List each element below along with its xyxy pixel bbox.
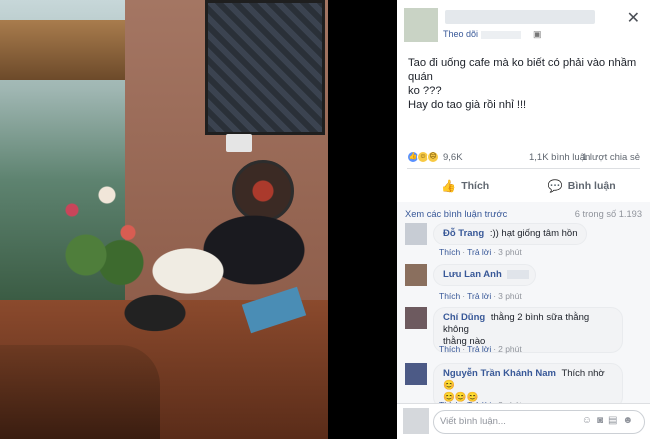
photo-lightbox: Theo dõi ▣ ✕ Tao đi uống cafe mà ko biết… (0, 0, 650, 439)
divider (407, 168, 640, 169)
comment-reply-link[interactable]: Trả lời (467, 247, 491, 257)
comment-button-label: Bình luận (567, 180, 616, 192)
photo-router (226, 134, 252, 152)
comments-shown-count: 6 trong số 1.193 (574, 209, 642, 219)
follow-link[interactable]: Theo dõi (443, 29, 478, 39)
post-text-line: ko ??? (408, 85, 442, 97)
view-previous-row: Xem các bình luận trước 6 trong số 1.193 (405, 209, 642, 219)
comment-time[interactable]: 3 phút (498, 247, 522, 257)
post-text-line: Hay do tao già rồi nhỉ !!! (408, 99, 527, 111)
reaction-count: 9,6K (443, 151, 463, 163)
commenter-avatar[interactable] (405, 363, 427, 385)
comment-actions: Thích·Trả lời·2 phút (439, 344, 522, 354)
comment-bubble: Đỗ Trang :)) hạt giống tâm hồn (433, 223, 588, 245)
shares-count-link[interactable]: 1 lượt chia sẻ (582, 152, 640, 163)
post-side-panel: Theo dõi ▣ ✕ Tao đi uống cafe mà ko biết… (397, 0, 650, 439)
like-button[interactable]: 👍 Thích (407, 172, 524, 200)
sticker-icon[interactable]: ☻ (622, 415, 638, 426)
comment-reply-link[interactable]: Trả lời (467, 344, 491, 354)
photo-table (0, 345, 160, 439)
photo-backdrop (328, 0, 397, 439)
comment-author[interactable]: Lưu Lan Anh (443, 269, 502, 280)
composer-icons: ☺◙▤☻ (582, 415, 638, 426)
comment-time[interactable]: 2 phút (498, 344, 522, 354)
commenter-avatar[interactable] (405, 264, 427, 286)
post-photo[interactable] (0, 0, 328, 439)
reactions-summary[interactable]: 👍 ☺ ☹ 9,6K (407, 150, 463, 164)
comment-blurred-content (507, 269, 530, 279)
view-previous-comments-link[interactable]: Xem các bình luận trước (405, 209, 507, 219)
close-icon[interactable]: ✕ (627, 8, 640, 28)
comment-like-link[interactable]: Thích (439, 291, 460, 301)
current-user-avatar (403, 408, 429, 434)
post-text-line: Tao đi uống cafe mà ko biết có phải vào … (408, 57, 637, 83)
photo-shelf (0, 20, 125, 80)
post-time-blurred (481, 31, 521, 39)
thumbs-up-icon: 👍 (441, 179, 457, 193)
comment-reply-link[interactable]: Trả lời (467, 291, 491, 301)
commenter-avatar[interactable] (405, 223, 427, 245)
privacy-icon: ▣ (533, 29, 542, 39)
photo-people (100, 215, 320, 355)
comment-input-placeholder: Viết bình luận... (440, 416, 506, 427)
comment-time[interactable]: 3 phút (498, 291, 522, 301)
emoji-icon[interactable]: ☺ (582, 415, 597, 426)
comment-author[interactable]: Chí Dũng (443, 312, 485, 323)
post-actions: 👍 Thích 💬 Bình luận (407, 172, 640, 200)
camera-icon[interactable]: ◙ (597, 415, 608, 426)
comment-actions: Thích · Trả lời · 3 phút (439, 247, 522, 257)
comment-icon: 💬 (547, 179, 563, 193)
comment-author[interactable]: Đỗ Trang (443, 228, 484, 239)
photo-wall-rug (205, 0, 325, 135)
comment-actions: Thích · Trả lời · 3 phút (439, 291, 522, 301)
photo-fan (232, 160, 294, 222)
sad-reaction-icon: ☹ (427, 151, 439, 163)
comment-button[interactable]: 💬 Bình luận (524, 172, 641, 200)
poster-name-blurred[interactable] (445, 10, 595, 24)
like-button-label: Thích (461, 180, 490, 192)
comment-author[interactable]: Nguyễn Trần Khánh Nam (443, 368, 556, 379)
gif-icon[interactable]: ▤ (608, 415, 622, 426)
poster-avatar[interactable] (404, 8, 438, 42)
comment-text: :)) hạt giống tâm hồn (489, 228, 578, 239)
post-header: Theo dõi ▣ ✕ (397, 0, 650, 46)
comment-like-link[interactable]: Thích (439, 247, 460, 257)
post-stats: 👍 ☺ ☹ 9,6K 1,1K bình luận 1 lượt chia sẻ (407, 149, 640, 165)
comment-like-link[interactable]: Thích (439, 344, 460, 354)
post-text: Tao đi uống cafe mà ko biết có phải vào … (408, 56, 643, 112)
commenter-avatar[interactable] (405, 307, 427, 329)
comment-bubble: Lưu Lan Anh (433, 264, 537, 286)
comment-composer: Viết bình luận... ☺◙▤☻ (397, 403, 650, 439)
